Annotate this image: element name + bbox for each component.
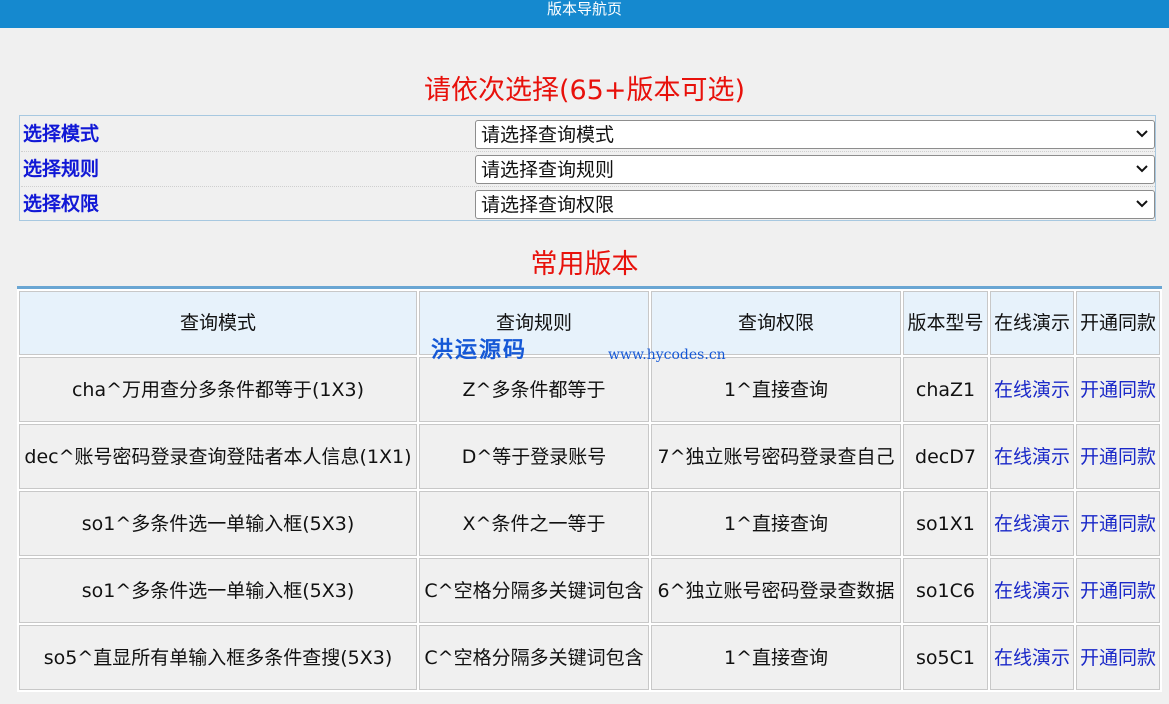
demo-link[interactable]: 在线演示 xyxy=(990,424,1074,489)
open-link[interactable]: 开通同款 xyxy=(1076,625,1160,690)
open-link[interactable]: 开通同款 xyxy=(1076,424,1160,489)
demo-link[interactable]: 在线演示 xyxy=(990,625,1074,690)
table-row: so5^直显所有单输入框多条件查搜(5X3) C^空格分隔多关键词包含 1^直接… xyxy=(19,625,1160,690)
table-header-row: 查询模式 查询规则 查询权限 版本型号 在线演示 开通同款 xyxy=(19,291,1160,355)
select-mode-dropdown[interactable]: 请选择查询模式 xyxy=(475,120,1155,149)
selection-panel: 选择模式 请选择查询模式 选择规则 请选择查询规则 选择权限 请选择查询权限 xyxy=(19,115,1156,221)
select-permission-label: 选择权限 xyxy=(23,193,100,215)
header-model: 版本型号 xyxy=(903,291,988,355)
cell-rule: C^空格分隔多关键词包含 xyxy=(419,625,649,690)
cell-rule: D^等于登录账号 xyxy=(419,424,649,489)
cell-model: decD7 xyxy=(903,424,988,489)
cell-rule: Z^多条件都等于 xyxy=(419,357,649,422)
common-versions-title: 常用版本 xyxy=(530,249,639,280)
versions-table: 查询模式 查询规则 查询权限 版本型号 在线演示 开通同款 cha^万用查分多条… xyxy=(17,286,1162,692)
open-link[interactable]: 开通同款 xyxy=(1076,558,1160,623)
table-row: so1^多条件选一单输入框(5X3) X^条件之一等于 1^直接查询 so1X1… xyxy=(19,491,1160,556)
watermark-text: 洪运源码 xyxy=(431,338,528,363)
chevron-down-icon xyxy=(1136,165,1148,173)
top-bar: 版本导航页 xyxy=(0,0,1169,28)
cell-mode: so1^多条件选一单输入框(5X3) xyxy=(19,558,417,623)
table-row: so1^多条件选一单输入框(5X3) C^空格分隔多关键词包含 6^独立账号密码… xyxy=(19,558,1160,623)
cell-permission: 1^直接查询 xyxy=(651,625,901,690)
select-permission-row: 选择权限 请选择查询权限 xyxy=(21,187,1155,221)
select-mode-value: 请选择查询模式 xyxy=(481,124,615,146)
cell-model: so5C1 xyxy=(903,625,988,690)
cell-rule: X^条件之一等于 xyxy=(419,491,649,556)
cell-mode: cha^万用查分多条件都等于(1X3) xyxy=(19,357,417,422)
select-mode-label: 选择模式 xyxy=(23,123,100,145)
chevron-down-icon xyxy=(1136,200,1148,208)
cell-model: so1C6 xyxy=(903,558,988,623)
cell-mode: so5^直显所有单输入框多条件查搜(5X3) xyxy=(19,625,417,690)
select-rule-label: 选择规则 xyxy=(23,158,100,180)
cell-mode: so1^多条件选一单输入框(5X3) xyxy=(19,491,417,556)
table-row: dec^账号密码登录查询登陆者本人信息(1X1) D^等于登录账号 7^独立账号… xyxy=(19,424,1160,489)
select-mode-row: 选择模式 请选择查询模式 xyxy=(21,117,1155,152)
cell-permission: 6^独立账号密码登录查数据 xyxy=(651,558,901,623)
open-link[interactable]: 开通同款 xyxy=(1076,357,1160,422)
demo-link[interactable]: 在线演示 xyxy=(990,491,1074,556)
cell-rule: C^空格分隔多关键词包含 xyxy=(419,558,649,623)
chevron-down-icon xyxy=(1136,130,1148,138)
demo-link[interactable]: 在线演示 xyxy=(990,558,1074,623)
select-rule-value: 请选择查询规则 xyxy=(481,159,615,181)
cell-permission: 1^直接查询 xyxy=(651,357,901,422)
selection-title: 请依次选择(65+版本可选) xyxy=(423,75,746,106)
page-title: 版本导航页 xyxy=(546,0,622,18)
header-open: 开通同款 xyxy=(1076,291,1160,355)
open-link[interactable]: 开通同款 xyxy=(1076,491,1160,556)
cell-model: so1X1 xyxy=(903,491,988,556)
header-demo: 在线演示 xyxy=(990,291,1074,355)
demo-link[interactable]: 在线演示 xyxy=(990,357,1074,422)
watermark-url: www.hycodes.cn xyxy=(608,347,726,363)
cell-model: chaZ1 xyxy=(903,357,988,422)
select-permission-value: 请选择查询权限 xyxy=(481,194,615,216)
cell-permission: 7^独立账号密码登录查自己 xyxy=(651,424,901,489)
table-row: cha^万用查分多条件都等于(1X3) Z^多条件都等于 1^直接查询 chaZ… xyxy=(19,357,1160,422)
header-mode: 查询模式 xyxy=(19,291,417,355)
select-rule-row: 选择规则 请选择查询规则 xyxy=(21,152,1155,187)
select-rule-dropdown[interactable]: 请选择查询规则 xyxy=(475,155,1155,184)
select-permission-dropdown[interactable]: 请选择查询权限 xyxy=(475,190,1155,219)
cell-permission: 1^直接查询 xyxy=(651,491,901,556)
cell-mode: dec^账号密码登录查询登陆者本人信息(1X1) xyxy=(19,424,417,489)
